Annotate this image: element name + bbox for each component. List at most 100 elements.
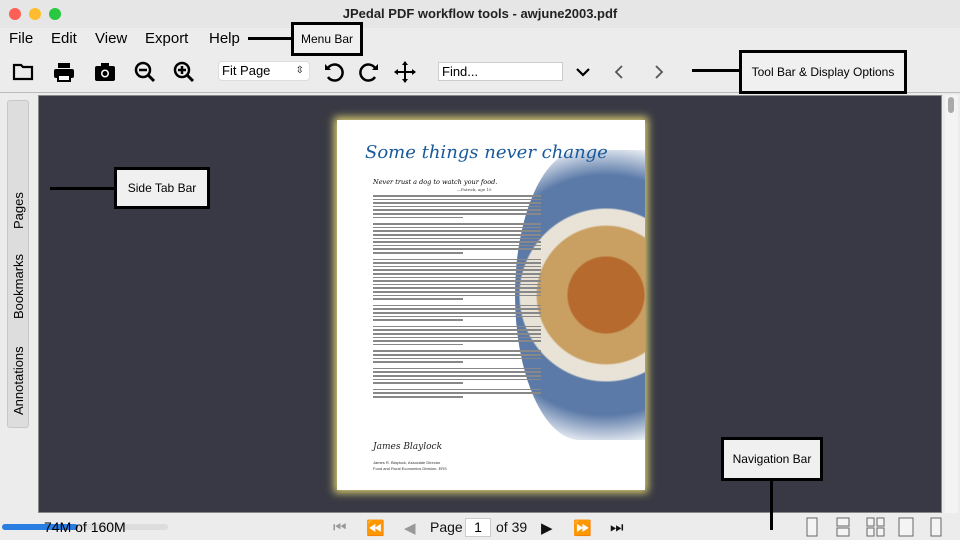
rotate-left-icon[interactable]	[322, 60, 346, 84]
text-line	[373, 304, 541, 307]
annotation-pointer-line	[770, 478, 773, 530]
updown-chevron-icon: ⇳	[295, 65, 304, 76]
zoom-out-icon[interactable]	[133, 60, 157, 84]
last-page-icon[interactable]: ⏭	[610, 519, 624, 536]
close-button[interactable]	[9, 8, 21, 20]
minimize-button[interactable]	[29, 8, 41, 20]
text-line	[373, 340, 541, 342]
text-line	[373, 396, 463, 398]
text-line	[373, 276, 541, 279]
text-line	[373, 361, 463, 363]
text-line	[373, 230, 541, 232]
continuous-facing-view-icon[interactable]	[930, 517, 942, 537]
find-previous-icon[interactable]	[607, 60, 631, 84]
text-line	[373, 237, 541, 240]
zoom-in-icon[interactable]	[172, 60, 196, 84]
body-text	[373, 195, 613, 435]
text-line	[373, 375, 541, 377]
find-next-icon[interactable]	[647, 60, 671, 84]
page-count: of 39	[496, 519, 528, 535]
text-line	[373, 392, 541, 394]
text-line	[373, 269, 541, 271]
pan-move-icon[interactable]	[393, 60, 417, 84]
tab-annotations[interactable]: Annotations	[8, 336, 30, 426]
text-line	[373, 216, 463, 219]
previous-page-icon[interactable]: ◀	[404, 519, 416, 537]
page-layout-options	[806, 517, 942, 537]
text-line	[373, 287, 541, 289]
text-line	[373, 312, 541, 314]
print-icon[interactable]	[52, 60, 76, 84]
tab-bookmarks[interactable]: Bookmarks	[8, 246, 30, 326]
page-label: Page	[430, 519, 463, 535]
text-line	[373, 371, 541, 373]
signature: James Blaylock	[373, 442, 443, 452]
text-line	[373, 265, 541, 268]
text-line	[373, 202, 541, 204]
snapshot-camera-icon[interactable]	[93, 60, 117, 84]
first-page-icon[interactable]: ⏮	[333, 519, 347, 536]
document-heading: Some things never change	[365, 142, 608, 163]
annotation-side-tab-bar: Side Tab Bar	[114, 167, 210, 209]
text-line	[373, 378, 541, 381]
text-line	[373, 343, 463, 346]
text-line	[373, 226, 541, 229]
text-line	[373, 234, 541, 236]
facing-view-icon[interactable]	[866, 517, 885, 537]
zoom-window-button[interactable]	[49, 8, 61, 20]
menu-bar: File Edit View Export Help	[0, 28, 960, 50]
back-ten-pages-icon[interactable]: ⏪	[366, 519, 385, 537]
annotation-pointer-line	[248, 37, 292, 40]
text-line	[373, 329, 541, 331]
text-line	[373, 298, 463, 300]
annotation-navigation-bar: Navigation Bar	[721, 437, 823, 481]
text-line	[373, 294, 541, 297]
next-page-icon[interactable]: ▶	[541, 519, 553, 537]
continuous-view-icon[interactable]	[836, 517, 850, 537]
text-line	[373, 262, 541, 264]
menu-view[interactable]: View	[95, 30, 127, 47]
single-page-view-icon[interactable]	[806, 517, 818, 537]
document-subheading: Never trust a dog to watch your food.	[373, 178, 498, 186]
text-line	[373, 308, 541, 310]
zoom-mode-value: Fit Page	[222, 63, 271, 78]
text-line	[373, 198, 541, 201]
zoom-mode-select[interactable]: Fit Page ⇳	[218, 61, 310, 81]
annotation-menu-bar: Menu Bar	[291, 22, 363, 56]
tab-pages[interactable]: Pages	[8, 181, 30, 241]
menu-file[interactable]: File	[9, 30, 33, 47]
page-flow-view-icon[interactable]	[898, 517, 914, 537]
pdf-page: Some things never change Never trust a d…	[337, 120, 645, 490]
vertical-scrollbar[interactable]	[945, 95, 958, 513]
text-line	[373, 248, 541, 250]
text-line	[373, 367, 541, 370]
text-line	[373, 354, 541, 356]
text-line	[373, 319, 463, 321]
text-line	[373, 350, 541, 352]
text-line	[373, 382, 463, 384]
signer-name: James R. Blaylock, Associate Director	[373, 460, 441, 465]
text-line	[373, 280, 541, 282]
annotation-tool-bar: Tool Bar & Display Options	[739, 50, 907, 94]
text-line	[373, 336, 541, 339]
find-input[interactable]: Find...	[438, 62, 563, 81]
menu-help[interactable]: Help	[209, 30, 240, 47]
text-line	[373, 223, 541, 225]
scrollbar-thumb[interactable]	[948, 97, 954, 113]
window-title: JPedal PDF workflow tools - awjune2003.p…	[342, 6, 618, 21]
text-line	[373, 244, 541, 247]
title-bar: JPedal PDF workflow tools - awjune2003.p…	[0, 0, 960, 28]
find-options-chevron-down-icon[interactable]	[571, 60, 595, 84]
page-number-input[interactable]: 1	[465, 518, 491, 537]
text-line	[373, 252, 463, 254]
text-line	[373, 291, 541, 293]
rotate-right-icon[interactable]	[357, 60, 381, 84]
menu-export[interactable]: Export	[145, 30, 188, 47]
text-line	[373, 325, 541, 328]
open-folder-icon[interactable]	[11, 60, 35, 84]
menu-edit[interactable]: Edit	[51, 30, 77, 47]
find-placeholder: Find...	[442, 64, 479, 79]
forward-ten-pages-icon[interactable]: ⏩	[573, 519, 592, 537]
text-line	[373, 258, 541, 261]
annotation-pointer-line	[50, 187, 115, 190]
